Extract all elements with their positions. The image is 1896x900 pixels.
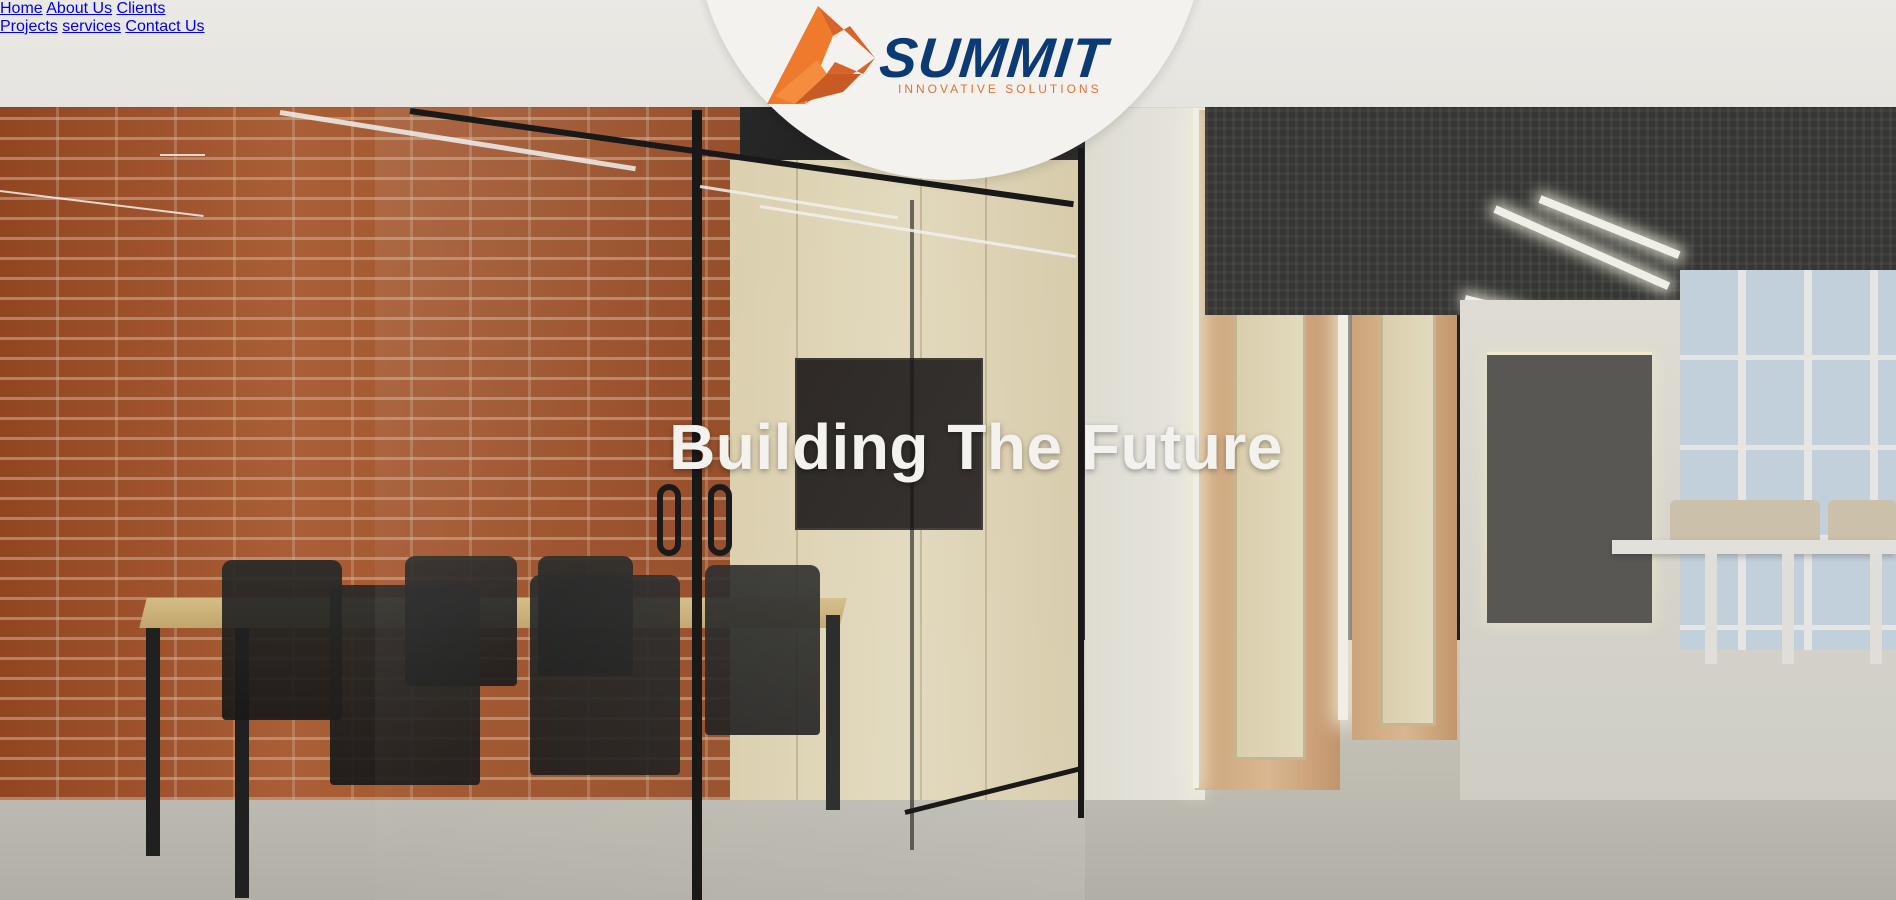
nav-clients-link[interactable]: Clients [117, 0, 166, 17]
nav-home-link[interactable]: Home [0, 0, 43, 17]
hero-title: Building The Future [669, 411, 1283, 483]
nav-about-link[interactable]: About Us [46, 0, 112, 17]
nav-contact-link[interactable]: Contact Us [125, 18, 204, 35]
nav-services-link[interactable]: services [62, 18, 121, 35]
nav-projects-link[interactable]: Projects [0, 18, 58, 35]
brand-wordmark: SUMMIT [876, 26, 1111, 89]
mountain-logo-icon [767, 6, 875, 104]
brand-tagline: INNOVATIVE SOLUTIONS [898, 82, 1102, 96]
